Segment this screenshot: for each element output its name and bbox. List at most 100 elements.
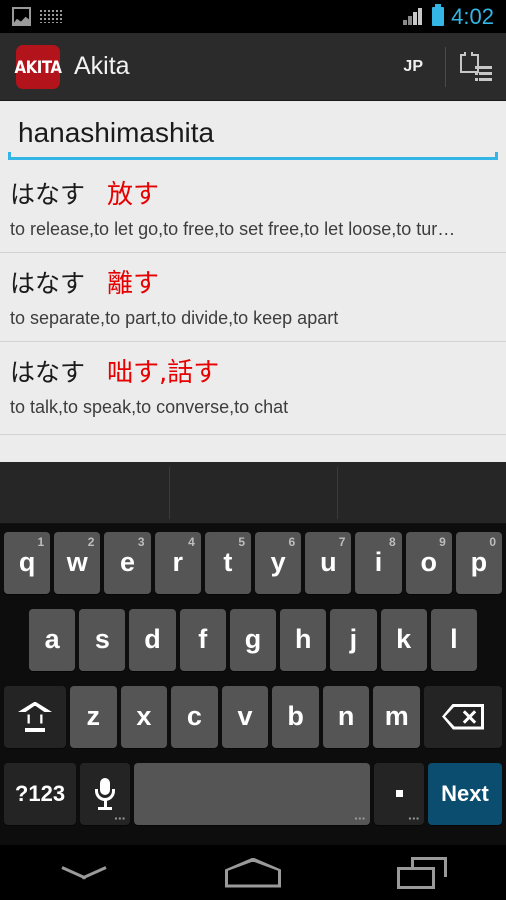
key-u[interactable]: 7u [305, 531, 352, 594]
key-v[interactable]: v [221, 685, 269, 748]
key-label: y [270, 547, 286, 577]
period-key[interactable]: ▪▪▪ [374, 762, 424, 825]
key-superscript: 7 [338, 534, 346, 549]
result-kana: はなす [10, 180, 86, 209]
key-label: i [374, 547, 383, 577]
hide-keyboard-button[interactable] [0, 864, 169, 882]
key-label: u [320, 547, 337, 577]
screenshot-icon [12, 7, 31, 26]
suggestion-slot[interactable] [337, 462, 506, 523]
key-m[interactable]: m [373, 685, 421, 748]
app-logo: AKITA [15, 44, 62, 89]
key-q[interactable]: 1q [4, 531, 51, 594]
results-list[interactable]: はなす 放す to release,to let go,to free,to s… [0, 164, 506, 462]
key-label: r [172, 547, 183, 577]
symbols-key[interactable]: ?123 [4, 762, 76, 825]
key-label: k [396, 624, 412, 654]
recents-button[interactable] [337, 856, 506, 889]
enter-next-key[interactable]: Next [428, 762, 502, 825]
key-superscript: 2 [87, 534, 95, 549]
key-superscript: 8 [388, 534, 396, 549]
space-key[interactable]: ▪▪▪ [134, 762, 370, 825]
key-label: d [144, 624, 161, 654]
key-label: ?123 [14, 780, 66, 806]
key-label: o [420, 547, 437, 577]
key-i[interactable]: 8i [355, 531, 402, 594]
key-g[interactable]: g [229, 608, 277, 671]
key-b[interactable]: b [272, 685, 319, 748]
key-z[interactable]: z [70, 685, 117, 748]
shift-key[interactable] [4, 685, 66, 748]
key-label: e [119, 547, 136, 577]
backspace-icon [442, 703, 485, 730]
app-bar: AKITA Akita JP [0, 33, 506, 101]
microphone-icon [94, 777, 116, 810]
signal-icon [403, 8, 425, 25]
backspace-key[interactable] [424, 685, 503, 748]
key-t[interactable]: 5t [204, 531, 252, 594]
key-superscript: 6 [288, 534, 296, 549]
key-l[interactable]: l [430, 608, 477, 671]
search-input[interactable] [8, 110, 498, 156]
key-f[interactable]: f [179, 608, 226, 671]
key-y[interactable]: 6y [255, 531, 302, 594]
status-bar-left-icons [0, 7, 403, 26]
key-label: x [136, 701, 152, 731]
key-more-dots: ▪▪▪ [408, 813, 420, 823]
microphone-key[interactable]: ▪▪▪ [80, 762, 130, 825]
result-headword: はなす 咄す,話す [10, 352, 496, 389]
key-label: g [244, 624, 262, 654]
keyboard-row-3: z x c v b n m [0, 678, 506, 755]
key-a[interactable]: a [29, 608, 76, 671]
result-definition: to separate,to part,to divide,to keep ap… [10, 308, 339, 328]
result-kanji: 咄す,話す [107, 358, 220, 388]
key-p[interactable]: 0p [455, 531, 503, 594]
shift-icon [18, 701, 52, 732]
key-o[interactable]: 9o [405, 531, 452, 594]
result-headword: はなす 離す [10, 263, 496, 300]
suggestion-slot[interactable] [0, 462, 169, 523]
key-x[interactable]: x [120, 685, 168, 748]
list-item[interactable]: はなす 咄す,話す to talk,to speak,to converse,t… [0, 341, 506, 430]
key-s[interactable]: s [79, 608, 126, 671]
key-superscript: 5 [238, 534, 246, 549]
key-more-dots: ▪▪▪ [354, 813, 366, 823]
key-superscript: 9 [439, 534, 446, 549]
key-label: j [349, 624, 358, 654]
page-title: Akita [74, 52, 130, 80]
key-e[interactable]: 3e [104, 531, 151, 594]
list-item[interactable]: はなす 離す to separate,to part,to divide,to … [0, 252, 506, 341]
list-item[interactable]: はなす 放す to release,to let go,to free,to s… [0, 164, 506, 252]
key-c[interactable]: c [171, 685, 218, 748]
keyboard-row-2: a s d f g h j k l [0, 601, 506, 678]
home-button[interactable] [169, 858, 338, 888]
key-label: t [223, 547, 233, 577]
key-label: p [470, 547, 488, 577]
key-label: z [86, 701, 101, 731]
recents-icon [396, 856, 447, 889]
result-kanji: 離す [107, 269, 160, 299]
key-k[interactable]: k [380, 608, 427, 671]
key-n[interactable]: n [322, 685, 370, 748]
word-list-button[interactable] [446, 51, 506, 82]
word-list-icon [460, 51, 492, 82]
key-r[interactable]: 4r [154, 531, 201, 594]
key-w[interactable]: 2w [54, 531, 101, 594]
result-definition: to release,to let go,to free,to set free… [10, 219, 456, 239]
language-button[interactable]: JP [381, 58, 445, 76]
search-field-container [0, 102, 506, 164]
key-h[interactable]: h [280, 608, 327, 671]
key-d[interactable]: d [129, 608, 176, 671]
key-label: h [294, 624, 312, 654]
status-bar: 4:02 [0, 0, 506, 33]
result-kana: はなす [10, 269, 86, 298]
key-label: Next [441, 780, 489, 806]
key-j[interactable]: j [330, 608, 377, 671]
result-kanji: 放す [107, 180, 160, 210]
battery-icon [432, 4, 445, 26]
suggestion-slot[interactable] [168, 462, 338, 523]
home-icon [225, 858, 281, 888]
period-glyph [395, 790, 403, 797]
phone-screen: 4:02 AKITA Akita JP はなす 放す [0, 0, 506, 900]
status-bar-clock: 4:02 [451, 3, 494, 29]
